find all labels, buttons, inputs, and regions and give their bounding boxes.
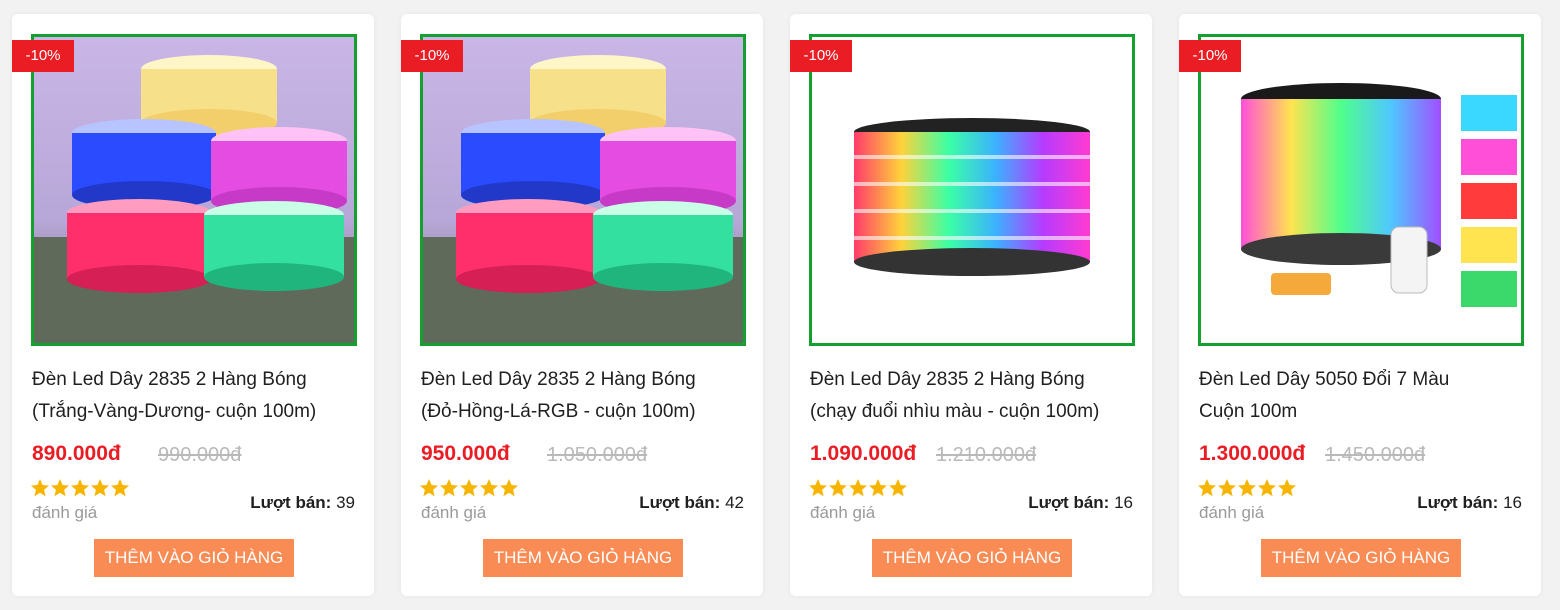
star-icon bbox=[440, 479, 458, 497]
led-strip-rgb-reel-remote-image bbox=[1201, 37, 1521, 343]
star-icon bbox=[889, 479, 907, 497]
product-card[interactable]: -10% Đèn Led Dây 5050 Đổi 7 Màu Cuộn 100… bbox=[1179, 14, 1541, 596]
product-title-line-1[interactable]: Đèn Led Dây 5050 Đổi 7 Màu bbox=[1199, 364, 1529, 396]
star-icon bbox=[869, 479, 887, 497]
sold-label: Lượt bán: bbox=[250, 493, 332, 512]
star-icon bbox=[1278, 479, 1296, 497]
star-icon bbox=[460, 479, 478, 497]
product-price: 1.090.000đ bbox=[810, 442, 917, 465]
product-card[interactable]: -10% Đèn Led Dây 2835 2 Hàng Bóng (chạy … bbox=[790, 14, 1152, 596]
star-icon bbox=[849, 479, 867, 497]
product-old-price: 990.000đ bbox=[158, 444, 242, 466]
product-title-line-1[interactable]: Đèn Led Dây 2835 2 Hàng Bóng bbox=[421, 364, 751, 396]
product-price: 950.000đ bbox=[421, 442, 510, 465]
product-price: 1.300.000đ bbox=[1199, 442, 1306, 465]
add-to-cart-button[interactable]: THÊM VÀO GIỎ HÀNG bbox=[483, 539, 683, 577]
rating-stars bbox=[1197, 478, 1297, 500]
product-title[interactable]: Đèn Led Dây 2835 2 Hàng Bóng (Trắng-Vàng… bbox=[32, 364, 362, 428]
discount-badge: -10% bbox=[401, 40, 463, 72]
star-icon bbox=[1198, 479, 1216, 497]
discount-badge: -10% bbox=[12, 40, 74, 72]
star-icon bbox=[1258, 479, 1276, 497]
product-title[interactable]: Đèn Led Dây 2835 2 Hàng Bóng (chạy đuổi … bbox=[810, 364, 1140, 428]
star-icon bbox=[480, 479, 498, 497]
product-title-line-2[interactable]: (Đỏ-Hồng-Lá-RGB - cuộn 100m) bbox=[421, 396, 751, 428]
led-strip-reel-multicolor-image bbox=[812, 37, 1132, 343]
product-image[interactable] bbox=[1198, 34, 1524, 346]
product-card[interactable]: -10% Đèn Led Dây 2835 2 Hàng Bóng (Trắng… bbox=[12, 14, 374, 596]
product-title-line-1[interactable]: Đèn Led Dây 2835 2 Hàng Bóng bbox=[810, 364, 1140, 396]
rating-label: đánh giá bbox=[1199, 503, 1265, 522]
sold-label: Lượt bán: bbox=[1028, 493, 1110, 512]
product-grid: -10% Đèn Led Dây 2835 2 Hàng Bóng (Trắng… bbox=[0, 0, 1560, 610]
product-old-price: 1.210.000đ bbox=[936, 444, 1037, 466]
product-old-price: 1.450.000đ bbox=[1325, 444, 1426, 466]
star-icon bbox=[111, 479, 129, 497]
led-strip-reels-stack-image bbox=[34, 37, 354, 343]
star-icon bbox=[829, 479, 847, 497]
discount-badge: -10% bbox=[790, 40, 852, 72]
rating-label: đánh giá bbox=[32, 503, 98, 522]
product-title[interactable]: Đèn Led Dây 2835 2 Hàng Bóng (Đỏ-Hồng-Lá… bbox=[421, 364, 751, 428]
rating-stars bbox=[808, 478, 908, 500]
star-icon bbox=[71, 479, 89, 497]
sold-value: 39 bbox=[336, 493, 355, 512]
star-icon bbox=[1218, 479, 1236, 497]
sold-value: 16 bbox=[1114, 493, 1133, 512]
add-to-cart-button[interactable]: THÊM VÀO GIỎ HÀNG bbox=[94, 539, 294, 577]
led-strip-reels-stack-image bbox=[423, 37, 743, 343]
discount-badge: -10% bbox=[1179, 40, 1241, 72]
star-icon bbox=[1238, 479, 1256, 497]
star-icon bbox=[91, 479, 109, 497]
product-image[interactable] bbox=[809, 34, 1135, 346]
star-icon bbox=[809, 479, 827, 497]
sold-count: Lượt bán: 42 bbox=[639, 493, 744, 513]
rating-stars bbox=[419, 478, 519, 500]
product-price: 890.000đ bbox=[32, 442, 121, 465]
product-image[interactable] bbox=[31, 34, 357, 346]
add-to-cart-button[interactable]: THÊM VÀO GIỎ HÀNG bbox=[1261, 539, 1461, 577]
product-title-line-2[interactable]: (Trắng-Vàng-Dương- cuộn 100m) bbox=[32, 396, 362, 428]
product-card[interactable]: -10% Đèn Led Dây 2835 2 Hàng Bóng (Đỏ-Hồ… bbox=[401, 14, 763, 596]
sold-label: Lượt bán: bbox=[639, 493, 721, 512]
sold-count: Lượt bán: 39 bbox=[250, 493, 355, 513]
star-icon bbox=[500, 479, 518, 497]
star-icon bbox=[31, 479, 49, 497]
product-image[interactable] bbox=[420, 34, 746, 346]
product-title-line-2[interactable]: Cuộn 100m bbox=[1199, 396, 1529, 428]
sold-count: Lượt bán: 16 bbox=[1028, 493, 1133, 513]
product-title-line-1[interactable]: Đèn Led Dây 2835 2 Hàng Bóng bbox=[32, 364, 362, 396]
rating-label: đánh giá bbox=[810, 503, 876, 522]
star-icon bbox=[420, 479, 438, 497]
rating-label: đánh giá bbox=[421, 503, 487, 522]
sold-count: Lượt bán: 16 bbox=[1417, 493, 1522, 513]
add-to-cart-button[interactable]: THÊM VÀO GIỎ HÀNG bbox=[872, 539, 1072, 577]
rating-stars bbox=[30, 478, 130, 500]
sold-value: 42 bbox=[725, 493, 744, 512]
product-title-line-2[interactable]: (chạy đuổi nhìu màu - cuộn 100m) bbox=[810, 396, 1140, 428]
product-title[interactable]: Đèn Led Dây 5050 Đổi 7 Màu Cuộn 100m bbox=[1199, 364, 1529, 428]
product-old-price: 1.050.000đ bbox=[547, 444, 648, 466]
sold-value: 16 bbox=[1503, 493, 1522, 512]
star-icon bbox=[51, 479, 69, 497]
sold-label: Lượt bán: bbox=[1417, 493, 1499, 512]
